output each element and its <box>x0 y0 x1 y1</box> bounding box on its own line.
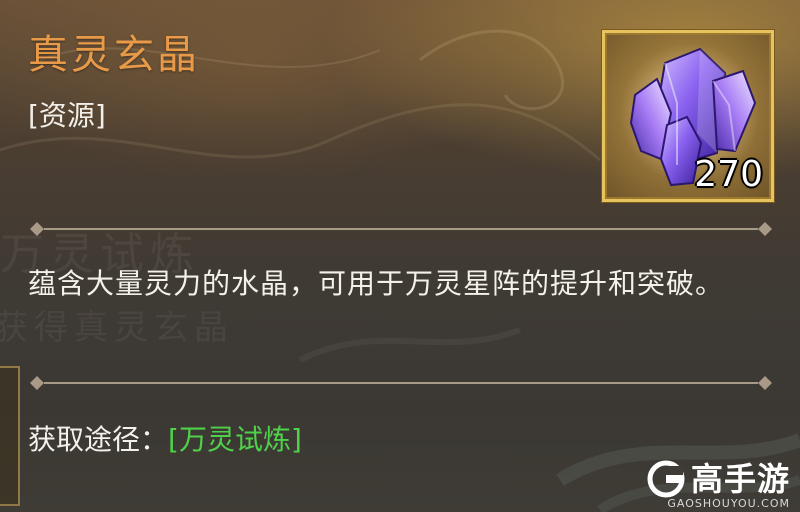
gaoshouyou-logo-icon <box>647 460 685 498</box>
site-watermark: 高手游 <box>647 460 790 498</box>
divider-top <box>30 222 772 236</box>
item-tooltip-panel: 万灵试炼 获得真灵玄晶 真灵玄晶 [资源] 270 蕴含大量灵力的水晶，可用于万… <box>0 0 800 512</box>
item-description: 蕴含大量灵力的水晶，可用于万灵星阵的提升和突破。 <box>28 267 725 300</box>
divider-bottom <box>30 376 772 390</box>
brand-domain: GAOSHOUYOU.COM <box>667 497 790 510</box>
adjacent-item-slot-edge <box>0 366 20 506</box>
acquisition-label: 获取途径： <box>28 423 169 456</box>
acquisition-source-row: 获取途径：[万灵试炼] <box>28 418 302 458</box>
item-type-label: [资源] <box>28 99 106 132</box>
item-name-title: 真灵玄晶 <box>28 32 200 78</box>
brand-name: 高手游 <box>690 460 790 498</box>
item-count: 270 <box>694 154 763 195</box>
source-link-wanling-trial[interactable]: [万灵试炼] <box>168 423 302 456</box>
item-icon-slot: 270 <box>602 30 774 202</box>
background-faded-subtitle: 获得真灵玄晶 <box>0 308 234 348</box>
